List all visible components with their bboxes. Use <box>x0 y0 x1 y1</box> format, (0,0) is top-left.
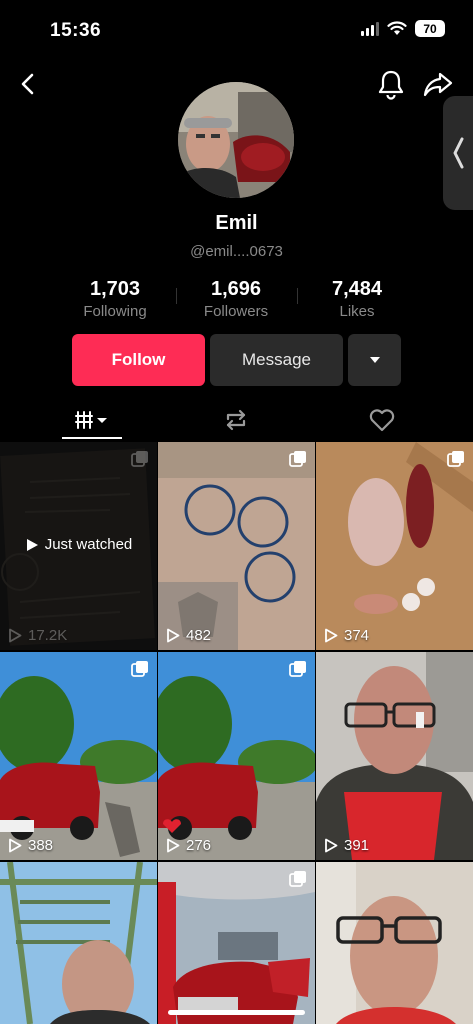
view-count-value: 374 <box>344 627 370 644</box>
status-icons: 70 <box>361 20 445 37</box>
video-tile[interactable] <box>158 862 315 1024</box>
tab-liked[interactable] <box>362 400 402 440</box>
home-indicator <box>168 1010 305 1015</box>
wifi-icon <box>387 21 407 35</box>
tab-reposts[interactable] <box>216 400 256 440</box>
suggested-accounts-button[interactable] <box>348 334 401 386</box>
just-watched-label: Just watched <box>44 536 133 553</box>
stat-following[interactable]: 1,703 Following <box>55 278 175 320</box>
video-tile[interactable] <box>0 862 157 1024</box>
multi-photo-icon <box>131 451 148 467</box>
stat-following-value: 1,703 <box>89 278 141 300</box>
heart-icon <box>369 409 395 432</box>
notification-button[interactable] <box>376 68 406 100</box>
view-count-value: 276 <box>186 837 212 854</box>
play-outline-icon <box>9 838 22 853</box>
view-count: 374 <box>324 627 369 644</box>
play-outline-icon <box>167 838 180 853</box>
view-count-value: 17.2K <box>28 627 68 644</box>
stat-likes-value: 7,484 <box>331 278 383 300</box>
video-tile[interactable]: 391 <box>316 652 473 860</box>
back-button[interactable] <box>14 70 42 98</box>
message-button[interactable]: Message <box>210 334 343 386</box>
chevron-left-icon <box>453 137 464 169</box>
multi-photo-icon <box>131 661 148 677</box>
play-outline-icon <box>9 628 22 643</box>
multi-photo-icon <box>289 451 306 467</box>
multi-photo-icon <box>289 871 306 887</box>
status-time: 15:36 <box>50 20 102 41</box>
side-panel-handle[interactable] <box>443 96 473 210</box>
view-count: 276 <box>166 837 211 854</box>
follow-button[interactable]: Follow <box>72 334 205 386</box>
video-tile[interactable]: Just watched 17.2K <box>0 442 157 650</box>
battery-indicator: 70 <box>415 20 445 37</box>
view-count: 17.2K <box>8 627 67 644</box>
view-count: 391 <box>324 837 369 854</box>
cellular-signal-icon <box>361 21 379 36</box>
profile-avatar[interactable] <box>178 82 294 198</box>
stat-followers-value: 1,696 <box>210 278 262 300</box>
repost-icon <box>226 409 246 431</box>
play-outline-icon <box>325 838 338 853</box>
multi-photo-icon <box>289 661 306 677</box>
play-icon <box>26 538 38 551</box>
profile-name: Emil <box>215 212 258 234</box>
back-icon <box>21 73 34 95</box>
stat-followers[interactable]: 1,696 Followers <box>176 278 296 320</box>
stat-following-label: Following <box>83 303 147 320</box>
video-tile[interactable]: 388 <box>0 652 157 860</box>
caret-down-icon <box>369 357 380 363</box>
video-tile[interactable] <box>316 862 473 1024</box>
view-count-value: 391 <box>344 837 370 854</box>
view-count: 388 <box>8 837 53 854</box>
play-outline-icon <box>167 628 180 643</box>
view-count-value: 482 <box>186 627 212 644</box>
play-outline-icon <box>325 628 338 643</box>
view-count-value: 388 <box>28 837 54 854</box>
stat-likes[interactable]: 7,484 Likes <box>297 278 417 320</box>
view-count: 482 <box>166 627 211 644</box>
stat-likes-label: Likes <box>339 303 375 320</box>
tab-videos[interactable] <box>62 400 122 440</box>
video-tile[interactable]: 482 <box>158 442 315 650</box>
just-watched-overlay: Just watched <box>0 536 157 553</box>
active-tab-indicator <box>62 437 122 439</box>
video-tile[interactable]: 276 <box>158 652 315 860</box>
stat-followers-label: Followers <box>203 303 269 320</box>
grid-icon <box>75 411 107 429</box>
video-tile[interactable]: 374 <box>316 442 473 650</box>
multi-photo-icon <box>447 451 464 467</box>
bell-icon <box>378 70 404 100</box>
profile-handle: @emil....0673 <box>190 243 283 260</box>
